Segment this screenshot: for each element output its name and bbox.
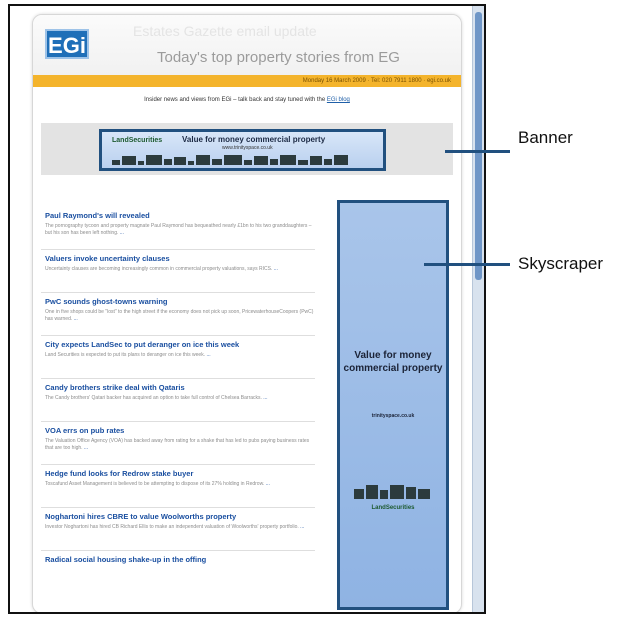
article-desc: Investor Noghartoni has hired CB Richard… <box>45 524 299 530</box>
article-title[interactable]: Radical social housing shake-up in the o… <box>45 555 315 564</box>
article-summary: The pornography tycoon and property magn… <box>45 223 315 237</box>
article-desc: The pornography tycoon and property magn… <box>45 223 312 236</box>
banner-ad[interactable]: LandSecurities Value for money commercia… <box>99 129 386 171</box>
banner-brand: LandSecurities <box>112 137 163 144</box>
article-title[interactable]: Noghartoni hires CBRE to value Woolworth… <box>45 512 315 521</box>
more-link[interactable]: ... <box>120 230 124 236</box>
article-item: Hedge fund looks for Redrow stake buyer … <box>41 465 315 508</box>
banner-area: LandSecurities Value for money commercia… <box>41 123 453 175</box>
article-title[interactable]: VOA errs on pub rates <box>45 426 315 435</box>
article-item: Valuers invoke uncertainty clauses Uncer… <box>41 250 315 293</box>
intro-copy: Insider news and views from EGi – talk b… <box>144 97 327 103</box>
article-summary: The Valuation Office Agency (VOA) has ba… <box>45 438 315 452</box>
browser-window: EGi Estates Gazette email update Today's… <box>8 4 486 614</box>
article-summary: Toscafund Asset Management is believed t… <box>45 481 315 488</box>
article-title[interactable]: Candy brothers strike deal with Qataris <box>45 383 315 392</box>
article-title[interactable]: PwC sounds ghost-towns warning <box>45 297 315 306</box>
article-desc: Uncertainty clauses are becoming increas… <box>45 266 273 272</box>
more-link[interactable]: ... <box>74 316 78 322</box>
article-item: Radical social housing shake-up in the o… <box>41 551 315 594</box>
blog-link[interactable]: EGi blog <box>327 97 350 103</box>
newsletter-header: EGi Estates Gazette email update Today's… <box>33 15 461 75</box>
skyscraper-skyline-image <box>354 485 432 499</box>
article-desc: Toscafund Asset Management is believed t… <box>45 481 265 487</box>
skyscraper-title: Value for money commercial property <box>343 350 443 374</box>
banner-skyline-image <box>112 155 375 165</box>
skyscraper-callout-label: Skyscraper <box>518 254 604 273</box>
banner-title: Value for money commercial property <box>182 135 326 144</box>
scrollbar-thumb[interactable] <box>475 12 482 280</box>
skyscraper-callout-line <box>424 263 510 266</box>
header-tagline: Today's top property stories from EG <box>157 49 400 66</box>
more-link[interactable]: ... <box>84 445 88 451</box>
article-title[interactable]: Paul Raymond's will revealed <box>45 211 315 220</box>
header-faded-heading: Estates Gazette email update <box>133 23 317 39</box>
banner-callout-label: Banner <box>518 128 573 147</box>
article-list: Paul Raymond's will revealed The pornogr… <box>41 207 315 594</box>
article-title[interactable]: Hedge fund looks for Redrow stake buyer <box>45 469 315 478</box>
vertical-scrollbar[interactable] <box>472 6 484 612</box>
article-desc: One in five shops could be "lost" to the… <box>45 309 314 322</box>
more-link[interactable]: ... <box>206 352 210 358</box>
article-desc: Land Securities is expected to put its p… <box>45 352 206 358</box>
article-title[interactable]: Valuers invoke uncertainty clauses <box>45 254 315 263</box>
article-summary: One in five shops could be "lost" to the… <box>45 309 315 323</box>
info-bar: Monday 16 March 2009 · Tel: 020 7911 180… <box>33 75 461 87</box>
skyscraper-brand: LandSecurities <box>371 505 415 511</box>
skyscraper-ad[interactable]: Value for money commercial property trin… <box>337 200 449 610</box>
more-link[interactable]: ... <box>266 481 270 487</box>
article-summary: Investor Noghartoni has hired CB Richard… <box>45 524 315 531</box>
more-link[interactable]: ... <box>263 395 267 401</box>
article-item: Candy brothers strike deal with Qataris … <box>41 379 315 422</box>
article-item: VOA errs on pub rates The Valuation Offi… <box>41 422 315 465</box>
article-item: PwC sounds ghost-towns warning One in fi… <box>41 293 315 336</box>
banner-callout-line <box>445 150 510 153</box>
banner-url: www.trinityspace.co.uk <box>222 145 273 151</box>
article-desc: The Candy brothers' Qatari backer has ac… <box>45 395 262 401</box>
more-link[interactable]: ... <box>274 266 278 272</box>
egi-logo[interactable]: EGi <box>45 29 89 59</box>
article-title[interactable]: City expects LandSec to put deranger on … <box>45 340 315 349</box>
article-item: Paul Raymond's will revealed The pornogr… <box>41 207 315 250</box>
article-summary: Land Securities is expected to put its p… <box>45 352 315 359</box>
more-link[interactable]: ... <box>300 524 304 530</box>
intro-text: Insider news and views from EGi – talk b… <box>33 87 461 123</box>
skyscraper-url: trinityspace.co.uk <box>371 413 415 419</box>
article-summary: The Candy brothers' Qatari backer has ac… <box>45 395 315 402</box>
article-item: Noghartoni hires CBRE to value Woolworth… <box>41 508 315 551</box>
article-summary: Uncertainty clauses are becoming increas… <box>45 266 315 273</box>
article-item: City expects LandSec to put deranger on … <box>41 336 315 379</box>
email-newsletter: EGi Estates Gazette email update Today's… <box>32 14 462 612</box>
